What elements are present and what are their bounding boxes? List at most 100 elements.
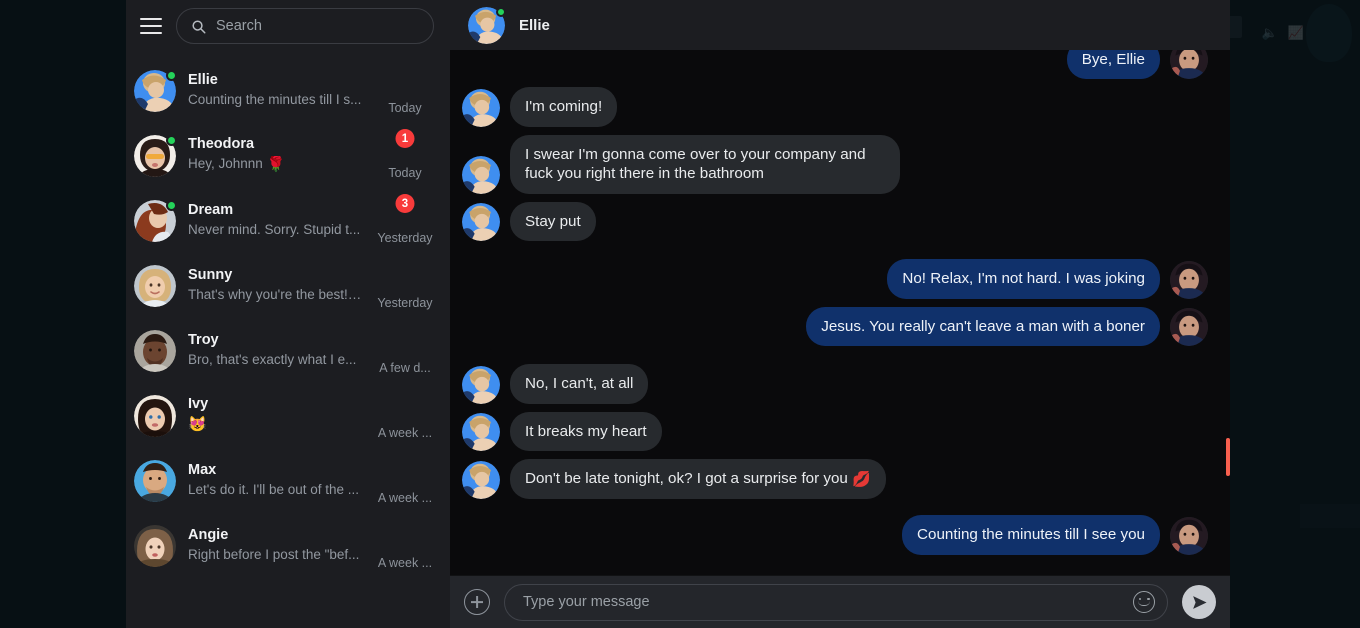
message-row: I swear I'm gonna come over to your comp… (462, 134, 1208, 194)
chat-item-preview: Let's do it. I'll be out of the ... (188, 481, 360, 497)
send-paper-plane-icon (1192, 595, 1207, 609)
unread-badge: 1 (395, 129, 415, 148)
chat-header: Ellie (450, 0, 1230, 50)
chat-item-name: Ellie (188, 72, 218, 89)
chat-item-text: Theodora Hey, Johnnn 🌹 (188, 136, 362, 174)
message-bubble-incoming: No, I can't, at all (510, 364, 649, 404)
chat-item-text: Max Let's do it. I'll be out of the ... (188, 462, 362, 498)
chat-item-text: Troy Bro, that's exactly what I e... (188, 332, 362, 368)
chat-item-time: Yesterday (377, 296, 433, 310)
message-row: Bye, Ellie (462, 50, 1208, 80)
avatar-me (1170, 50, 1208, 80)
chat-item-name: Troy (188, 332, 219, 349)
chat-item-meta: Today (374, 58, 436, 123)
chat-item-preview: Bro, that's exactly what I e... (188, 351, 357, 367)
message-bubble-outgoing: Counting the minutes till I see you (902, 515, 1160, 555)
rose-emoji: 🌹 (266, 155, 286, 173)
message-bubble-incoming: Stay put (510, 201, 596, 242)
desktop-bg-blob (1306, 4, 1352, 62)
sidebar: Ellie Counting the minutes till I s... T… (126, 0, 450, 628)
message-row: Jesus. You really can't leave a man with… (462, 306, 1208, 347)
online-indicator (166, 69, 177, 81)
avatar-ellie (462, 413, 500, 452)
avatar-me (1170, 308, 1208, 347)
chat-item-name: Dream (188, 202, 234, 219)
chat-item-meta: 3 Yesterday (374, 188, 436, 253)
desktop-tray: 🔈 📈 (1262, 26, 1304, 39)
message-bubble-incoming: Don't be late tonight, ok? I got a surpr… (510, 459, 886, 500)
message-row: It breaks my heart (462, 411, 1208, 452)
chat-item-text: Angie Right before I post the "bef... (188, 527, 362, 563)
message-composer (450, 575, 1230, 628)
chat-item-meta: A few d... (374, 318, 436, 383)
chat-list-item-ellie[interactable]: Ellie Counting the minutes till I s... T… (126, 58, 450, 123)
chat-list[interactable]: Ellie Counting the minutes till I s... T… (126, 52, 450, 628)
avatar-wrap (134, 459, 176, 502)
chat-list-item-dream[interactable]: Dream Never mind. Sorry. Stupid t... 3 Y… (126, 188, 450, 253)
avatar-ellie (462, 365, 500, 404)
kiss-lips-emoji: 💋 (852, 471, 871, 489)
chat-item-preview: Hey, Johnnn 🌹 (188, 156, 362, 175)
message-scrollbar-thumb[interactable] (1226, 438, 1230, 476)
chat-item-preview: Never mind. Sorry. Stupid t... (188, 221, 361, 237)
chat-item-name: Sunny (188, 267, 233, 284)
chat-item-preview: 😻 (188, 416, 362, 435)
message-row: I'm coming! (462, 87, 1208, 127)
hamburger-menu-icon[interactable] (140, 18, 162, 34)
message-input[interactable] (523, 594, 1123, 610)
avatar-wrap (134, 199, 177, 242)
unread-badge: 3 (395, 194, 415, 213)
message-bubble-outgoing: Jesus. You really can't leave a man with… (806, 306, 1160, 347)
chat-list-item-theodora[interactable]: Theodora Hey, Johnnn 🌹 1 Today (126, 123, 450, 188)
chat-item-name: Max (188, 462, 217, 479)
cat-heart-eyes-emoji: 😻 (188, 415, 207, 433)
chat-list-item-sunny[interactable]: Sunny That's why you're the best! ... Ye… (126, 253, 450, 318)
search-box[interactable] (176, 8, 434, 44)
avatar-me (1170, 516, 1208, 555)
message-row: No! Relax, I'm not hard. I was joking (462, 259, 1208, 299)
avatar-ellie (462, 155, 500, 194)
avatar-me (1170, 260, 1208, 299)
chat-item-preview: That's why you're the best! ... (188, 286, 362, 302)
chat-item-text: Sunny That's why you're the best! ... (188, 267, 362, 303)
search-input[interactable] (216, 18, 419, 34)
send-button[interactable] (1182, 585, 1216, 619)
message-list[interactable]: Bye, Ellie I'm coming! I swear I'm gonna… (450, 50, 1230, 575)
avatar (134, 264, 176, 307)
chat-item-meta: A week ... (374, 448, 436, 513)
plus-circle-icon[interactable] (464, 589, 490, 615)
chat-item-name: Theodora (188, 136, 255, 153)
message-row: Stay put (462, 201, 1208, 242)
chat-item-text: Dream Never mind. Sorry. Stupid t... (188, 202, 362, 238)
message-bubble-incoming: I'm coming! (510, 87, 618, 127)
signal-bars-icon: 📈 (1287, 25, 1304, 40)
chat-item-time: A week ... (377, 491, 433, 505)
chat-title: Ellie (519, 16, 550, 34)
message-row: No, I can't, at all (462, 364, 1208, 404)
avatar (134, 459, 176, 502)
avatar-wrap (134, 134, 177, 177)
chat-list-item-ivy[interactable]: Ivy 😻 A week ... (126, 383, 450, 448)
sidebar-header (126, 0, 450, 52)
chat-item-time: A week ... (377, 426, 433, 440)
chat-panel: Ellie Bye, Ellie I'm coming! I swear I'm… (450, 0, 1230, 628)
message-scrollbar[interactable] (1226, 50, 1230, 575)
chat-item-text: Ivy 😻 (188, 396, 362, 434)
chat-list-item-max[interactable]: Max Let's do it. I'll be out of the ... … (126, 448, 450, 513)
chat-list-item-angie[interactable]: Angie Right before I post the "bef... A … (126, 513, 450, 578)
message-bubble-incoming: It breaks my heart (510, 411, 662, 452)
avatar (134, 394, 176, 437)
chat-item-text: Ellie Counting the minutes till I s... (188, 72, 362, 108)
messenger-window: Ellie Counting the minutes till I s... T… (126, 0, 1230, 628)
chat-item-time: A few d... (379, 361, 431, 375)
smiley-face-icon[interactable] (1133, 591, 1155, 613)
avatar-wrap (134, 524, 176, 567)
message-row: Counting the minutes till I see you (462, 515, 1208, 555)
chat-item-meta: A week ... (374, 383, 436, 448)
chat-header-avatar-wrap (468, 6, 506, 44)
chat-list-item-troy[interactable]: Troy Bro, that's exactly what I e... A f… (126, 318, 450, 383)
avatar-ellie (462, 88, 500, 127)
message-input-shell[interactable] (504, 583, 1168, 621)
chat-item-preview-text: Hey, Johnnn (188, 155, 263, 171)
avatar-ellie (462, 203, 500, 242)
